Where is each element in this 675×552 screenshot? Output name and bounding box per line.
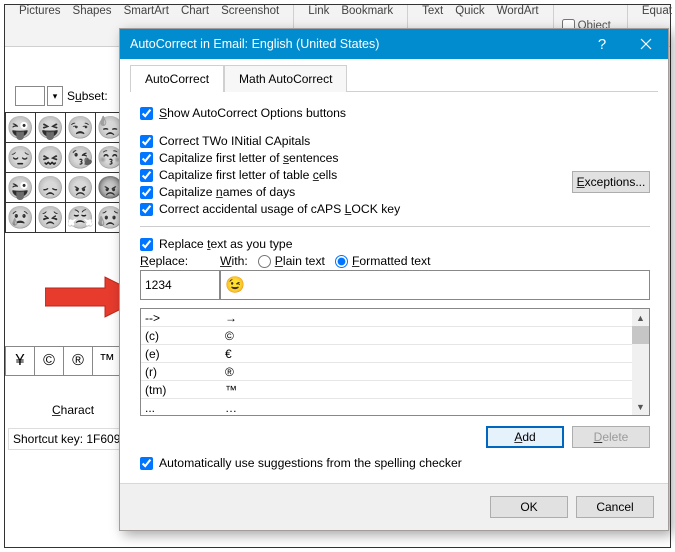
close-icon[interactable] [624, 29, 668, 59]
dialog-footer: OK Cancel [120, 483, 668, 530]
scroll-down-icon[interactable]: ▼ [632, 398, 649, 415]
cap-days-label: Capitalize names of days [159, 185, 295, 199]
cap-cells-label: Capitalize first letter of table cells [159, 168, 337, 182]
subset-label: Subset: [67, 89, 108, 103]
ribbon-item[interactable]: Pictures [19, 5, 61, 19]
ribbon-item[interactable]: Bookmark [341, 5, 393, 19]
with-preview[interactable]: 😉 [220, 270, 650, 300]
cap-cells-check[interactable] [140, 169, 153, 182]
ribbon-item[interactable]: Link [308, 5, 329, 19]
dropdown-icon[interactable]: ▾ [47, 86, 63, 106]
tab-autocorrect[interactable]: AutoCorrect [130, 65, 224, 92]
charact-label: Charact [52, 403, 94, 417]
capslock-label: Correct accidental usage of cAPS LOCK ke… [159, 202, 400, 216]
ribbon-item[interactable]: Text [422, 5, 443, 19]
exceptions-button[interactable]: Exceptions... [572, 171, 650, 193]
scrollbar[interactable]: ▲ ▼ [632, 309, 649, 415]
cancel-button[interactable]: Cancel [576, 496, 654, 518]
ribbon-item[interactable]: Shapes [73, 5, 112, 19]
list-item[interactable]: (tm)™ [141, 381, 632, 399]
emoji-cell[interactable]: 😖 [36, 143, 66, 173]
emoji-cell[interactable]: 😜 [6, 173, 36, 203]
emoji-cell[interactable]: 😤 [66, 203, 96, 233]
replace-as-type-check[interactable] [140, 238, 153, 251]
scroll-up-icon[interactable]: ▲ [632, 309, 649, 326]
cap-days-check[interactable] [140, 186, 153, 199]
emoji-cell[interactable]: 😜 [6, 113, 36, 143]
ribbon-item[interactable]: SmartArt [124, 5, 169, 19]
recent-cell[interactable]: © [34, 346, 64, 376]
plain-text-label: Plain text [275, 254, 325, 268]
tab-math-autocorrect[interactable]: Math AutoCorrect [224, 65, 347, 92]
emoji-cell[interactable]: 😘 [66, 143, 96, 173]
help-icon[interactable]: ? [580, 36, 624, 53]
shortcut-key: Shortcut key: 1F609, [8, 432, 129, 446]
list-item[interactable]: -->→ [141, 309, 632, 327]
emoji-cell[interactable]: 😢 [6, 203, 36, 233]
auto-suggest-label: Automatically use suggestions from the s… [159, 456, 462, 470]
emoji-grid: 😜 😝 😒 😓 😔 😖 😘 😚 😜 😞 😠 😡 😢 😣 😤 😥 [5, 112, 130, 233]
show-options-label: Show AutoCorrect Options buttons [159, 106, 346, 120]
two-initials-label: Correct TWo INitial CApitals [159, 134, 310, 148]
ribbon-item[interactable]: Chart [181, 5, 209, 19]
titlebar[interactable]: AutoCorrect in Email: English (United St… [120, 29, 668, 59]
emoji-cell[interactable]: 😠 [66, 173, 96, 203]
show-options-check[interactable] [140, 107, 153, 120]
emoji-cell[interactable]: 😒 [66, 113, 96, 143]
formatted-text-label: Formatted text [352, 254, 431, 268]
ok-button[interactable]: OK [490, 496, 568, 518]
ribbon-item[interactable]: WordArt [497, 5, 539, 19]
cap-sentence-check[interactable] [140, 152, 153, 165]
emoji-cell[interactable]: 😞 [36, 173, 66, 203]
dialog-title: AutoCorrect in Email: English (United St… [120, 37, 580, 51]
list-item[interactable]: (r)® [141, 363, 632, 381]
list-item[interactable]: ...… [141, 399, 632, 415]
emoji-cell[interactable]: 😝 [36, 113, 66, 143]
emoji-cell[interactable]: 😔 [6, 143, 36, 173]
recent-cell[interactable]: ® [63, 346, 93, 376]
subset-input[interactable] [15, 86, 45, 106]
emoji-cell[interactable]: 😣 [36, 203, 66, 233]
list-item[interactable]: (c)© [141, 327, 632, 345]
ribbon-item[interactable]: Equat [642, 5, 672, 19]
autocorrect-dialog: AutoCorrect in Email: English (United St… [119, 28, 669, 531]
recent-row: ¥ © ® ™ [5, 346, 121, 376]
replace-list: -->→ (c)© (e)€ (r)® (tm)™ ...… :-(* ▲ ▼ [140, 308, 650, 416]
plain-text-radio[interactable] [258, 255, 271, 268]
scroll-thumb[interactable] [632, 326, 649, 344]
recent-cell[interactable]: ™ [92, 346, 122, 376]
list-item[interactable]: (e)€ [141, 345, 632, 363]
replace-label: Replace: [140, 254, 220, 268]
add-button[interactable]: Add [486, 426, 564, 448]
replace-input[interactable] [140, 270, 220, 300]
recent-cell[interactable]: ¥ [5, 346, 35, 376]
cap-sentence-label: Capitalize first letter of sentences [159, 151, 339, 165]
tab-strip: AutoCorrect Math AutoCorrect [120, 59, 668, 92]
formatted-text-radio[interactable] [335, 255, 348, 268]
separator [140, 226, 650, 227]
two-initials-check[interactable] [140, 135, 153, 148]
ribbon-item[interactable]: Quick [455, 5, 484, 19]
with-label: With: [220, 254, 248, 268]
delete-button[interactable]: Delete [572, 426, 650, 448]
capslock-check[interactable] [140, 203, 153, 216]
replace-as-type-label: Replace text as you type [159, 237, 292, 251]
ribbon-item[interactable]: Screenshot [221, 5, 279, 19]
symbol-dialog-bg: ▾ Subset: 😜 😝 😒 😓 😔 😖 😘 😚 😜 😞 😠 😡 😢 😣 😤 … [5, 86, 130, 233]
auto-suggest-check[interactable] [140, 457, 153, 470]
